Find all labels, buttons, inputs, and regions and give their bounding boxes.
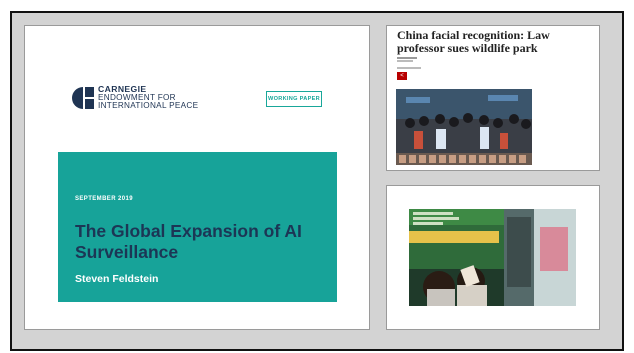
cover-title-block: SEPTEMBER 2019 The Global Expansion of A… [58, 152, 337, 302]
paper-author: Steven Feldstein [75, 273, 159, 285]
news-headline: China facial recognition: Law professor … [397, 28, 550, 55]
news-article-card: China facial recognition: Law professor … [386, 25, 600, 171]
logo-line-3: INTERNATIONAL PEACE [98, 101, 199, 110]
carnegie-logo-icon [72, 86, 94, 109]
share-icon[interactable]: < [397, 72, 407, 80]
paper-title: The Global Expansion of AI Surveillance [75, 221, 302, 262]
news-byline [397, 56, 417, 62]
publication-date: SEPTEMBER 2019 [75, 196, 133, 202]
carnegie-logo: CARNEGIE ENDOWMENT FOR INTERNATIONAL PEA… [72, 85, 198, 111]
crowd-photo [396, 89, 532, 165]
news-dateline [397, 66, 421, 69]
working-paper-cover: CARNEGIE ENDOWMENT FOR INTERNATIONAL PEA… [24, 25, 370, 330]
working-paper-badge: WORKING PAPER [266, 91, 322, 107]
photo-icon [409, 209, 576, 306]
parcel-locker-photo-card [386, 185, 600, 330]
